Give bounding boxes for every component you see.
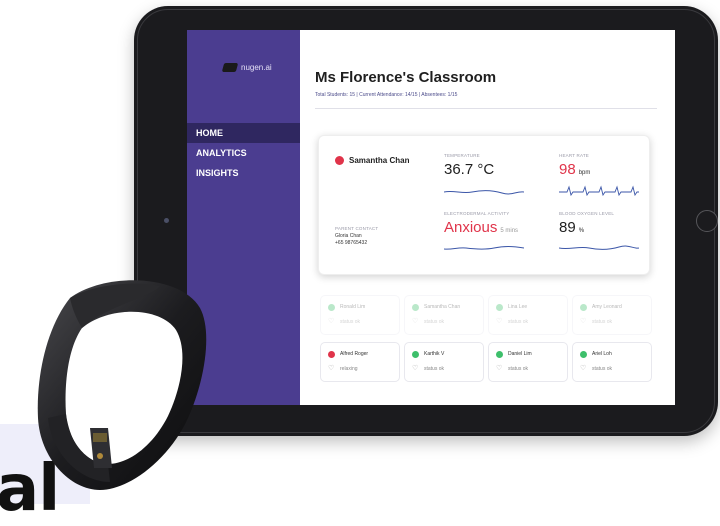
sidebar-item-home[interactable]: HOME xyxy=(187,123,300,143)
app-screen: nugen.ai HOME ANALYTICS INSIGHTS Ms Flor… xyxy=(187,30,675,405)
student-name: Daniel Lim xyxy=(508,351,532,357)
sidebar-item-analytics[interactable]: ANALYTICS xyxy=(187,143,300,163)
student-name: Amy Leonard xyxy=(592,304,622,310)
student-tile[interactable]: Karthik V ♡ status ok xyxy=(404,342,484,382)
heart-rate-label: HEART RATE xyxy=(559,153,590,158)
student-tile[interactable]: Alfred Roger ♡ relaxing xyxy=(320,342,400,382)
student-name: Samantha Chan xyxy=(349,156,410,165)
oxygen-unit: % xyxy=(578,228,585,234)
temperature-wave xyxy=(444,190,524,195)
heart-icon: ♡ xyxy=(496,365,503,372)
divider xyxy=(315,108,657,109)
eda-wave xyxy=(444,246,524,250)
logo-icon xyxy=(221,63,239,72)
student-tile[interactable]: Lina Lee ♡ status ok xyxy=(488,295,568,335)
page-title: Ms Florence's Classroom xyxy=(315,69,497,86)
parent-contact-label: PARENT CONTACT xyxy=(335,226,379,231)
status-dot xyxy=(496,351,503,358)
student-status: status ok xyxy=(592,319,613,325)
wearable-band-image xyxy=(37,280,207,490)
student-name: Alfred Roger xyxy=(340,351,369,357)
heart-icon: ♡ xyxy=(580,365,587,372)
status-dot xyxy=(328,304,335,311)
heart-icon: ♡ xyxy=(328,365,335,372)
eda-duration: 5 mins xyxy=(500,228,519,234)
status-dot xyxy=(580,304,587,311)
logo-text: nugen.ai xyxy=(241,63,272,72)
student-tile[interactable]: Ariel Loh ♡ status ok xyxy=(572,342,652,382)
student-status: status ok xyxy=(340,319,361,325)
heart-icon: ♡ xyxy=(496,318,503,325)
heart-icon: ♡ xyxy=(412,318,419,325)
status-dot xyxy=(412,304,419,311)
student-status: relaxing xyxy=(340,366,358,372)
eda-value: Anxious 5 mins xyxy=(444,219,518,236)
oxygen-number: 89 xyxy=(559,219,576,236)
status-dot xyxy=(412,351,419,358)
student-tile[interactable]: Samantha Chan ♡ status ok xyxy=(404,295,484,335)
temperature-value: 36.7 °C xyxy=(444,161,495,178)
oxygen-value: 89% xyxy=(559,219,584,236)
main-content: Ms Florence's Classroom Total Students: … xyxy=(300,30,675,405)
student-name: Karthik V xyxy=(424,351,445,357)
student-status: status ok xyxy=(508,366,529,372)
status-dot xyxy=(580,351,587,358)
student-status: status ok xyxy=(424,366,445,372)
eda-label: ELECTRODERMAL ACTIVITY xyxy=(444,211,510,216)
heart-rate-wave xyxy=(559,185,639,197)
student-status: status ok xyxy=(592,366,613,372)
oxygen-label: BLOOD OXYGEN LEVEL xyxy=(559,211,615,216)
student-status: status ok xyxy=(424,319,445,325)
temperature-label: TEMPERATURE xyxy=(444,153,480,158)
logo[interactable]: nugen.ai xyxy=(221,63,272,72)
sidebar-item-insights[interactable]: INSIGHTS xyxy=(187,163,300,183)
student-tile[interactable]: Daniel Lim ♡ status ok xyxy=(488,342,568,382)
student-status: status ok xyxy=(508,319,529,325)
heart-icon: ♡ xyxy=(412,365,419,372)
class-summary: Total Students: 15 | Current Attendance:… xyxy=(315,92,458,98)
sidebar-nav: HOME ANALYTICS INSIGHTS xyxy=(187,123,300,183)
student-detail-card[interactable]: Samantha Chan PARENT CONTACT Gloria Chan… xyxy=(318,135,650,275)
student-tile[interactable]: Ronald Lim ♡ status ok xyxy=(320,295,400,335)
oxygen-wave xyxy=(559,245,639,250)
heart-icon: ♡ xyxy=(580,318,587,325)
home-button[interactable] xyxy=(696,210,718,232)
camera-icon xyxy=(164,218,169,223)
student-name: Samantha Chan xyxy=(424,304,461,310)
status-dot xyxy=(496,304,503,311)
heart-rate-unit: bpm xyxy=(578,170,591,176)
status-dot xyxy=(328,351,335,358)
student-tile[interactable]: Amy Leonard ♡ status ok xyxy=(572,295,652,335)
heart-rate-number: 98 xyxy=(559,161,576,178)
student-name: Ronald Lim xyxy=(340,304,366,310)
status-dot xyxy=(335,156,344,165)
eda-state: Anxious xyxy=(444,219,498,236)
student-name: Lina Lee xyxy=(508,304,528,310)
student-name: Ariel Loh xyxy=(592,351,612,357)
parent-phone: +65 98765432 xyxy=(335,240,368,246)
heart-rate-value: 98 bpm xyxy=(559,161,590,178)
parent-name: Gloria Chan xyxy=(335,233,362,239)
heart-icon: ♡ xyxy=(328,318,335,325)
